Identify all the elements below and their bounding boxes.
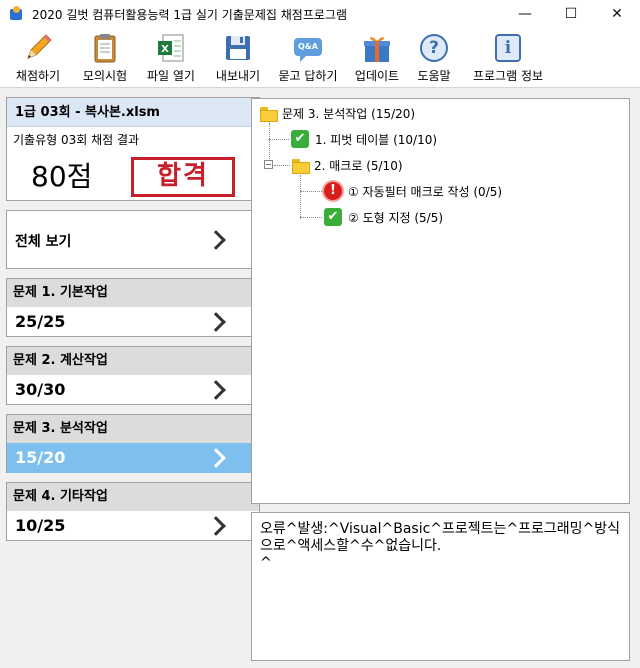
tree-item-shape-assign[interactable]: ✔ ② 도형 지정 (5/5) (324, 208, 443, 226)
window-title: 2020 길벗 컴퓨터활용능력 1급 실기 기출문제집 채점프로그램 (32, 7, 347, 22)
maximize-button[interactable]: ☐ (548, 0, 594, 28)
file-subtitle: 기출유형 03회 채점 결과 (13, 133, 140, 147)
view-all-button[interactable]: 전체 보기 (6, 210, 260, 269)
clipboard-icon (89, 32, 121, 64)
title-bar: 2020 길벗 컴퓨터활용능력 1급 실기 기출문제집 채점프로그램 — ☐ ✕ (0, 0, 640, 28)
tree-root-label: 문제 3. 분석작업 (15/20) (282, 107, 416, 121)
pass-stamp: 합격 (131, 157, 235, 197)
qa-button[interactable]: Q&A 묻고 답하기 (276, 28, 340, 88)
question-label: 문제 2. 계산작업 (7, 347, 259, 375)
chevron-right-icon (206, 312, 226, 332)
error-icon: ! (324, 182, 342, 200)
question-2-button[interactable]: 문제 2. 계산작업 30/30 (6, 346, 260, 405)
toolbar: 채점하기 모의시험 X 파일 열기 내보내기 Q&A 묻고 답하기 업데이트 ?… (0, 28, 640, 88)
gift-box-icon (361, 32, 393, 64)
program-info-button[interactable]: i 프로그램 정보 (468, 28, 548, 88)
check-icon: ✔ (291, 130, 309, 148)
chevron-right-icon (206, 380, 226, 400)
excel-file-icon: X (155, 32, 187, 64)
folder-icon (292, 158, 310, 174)
svg-text:X: X (161, 44, 169, 55)
tree-item-autofilter-macro[interactable]: ! ① 자동필터 매크로 작성 (0/5) (324, 182, 502, 200)
score-row: 80점 합격 (7, 149, 259, 199)
window-controls: — ☐ ✕ (502, 0, 640, 28)
mock-exam-button[interactable]: 모의시험 (80, 28, 130, 88)
tree-item-pivot[interactable]: ✔ 1. 피벗 테이블 (10/10) (291, 130, 437, 148)
qa-bubble-icon: Q&A (292, 32, 324, 64)
question-label: 문제 4. 기타작업 (7, 483, 259, 511)
folder-icon (260, 106, 278, 122)
question-score: 15/20 (15, 448, 66, 467)
chevron-right-icon (206, 230, 226, 250)
close-button[interactable]: ✕ (594, 0, 640, 28)
tree-item-macro[interactable]: 2. 매크로 (5/10) (292, 157, 403, 174)
question-score: 25/25 (15, 312, 66, 331)
question-score: 10/25 (15, 516, 66, 535)
tree-root[interactable]: 문제 3. 분석작업 (15/20) (260, 105, 415, 122)
question-score: 30/30 (15, 380, 66, 399)
open-file-button[interactable]: X 파일 열기 (142, 28, 200, 88)
total-score: 80점 (31, 160, 93, 193)
file-result-card: 1급 03회 - 복사본.xlsm 기출유형 03회 채점 결과 80점 합격 (6, 97, 260, 201)
chevron-right-icon (206, 516, 226, 536)
question-label: 문제 3. 분석작업 (7, 415, 259, 443)
help-icon: ? (418, 32, 450, 64)
export-button[interactable]: 내보내기 (212, 28, 264, 88)
file-name: 1급 03회 - 복사본.xlsm (7, 98, 259, 127)
error-message: 오류^발생:^Visual^Basic^프로젝트는^프로그래밍^방식으로^액세스… (260, 521, 621, 571)
tree-item-label: 1. 피벗 테이블 (10/10) (315, 132, 438, 147)
question-label: 문제 1. 기본작업 (7, 279, 259, 307)
help-glyph: ? (429, 38, 439, 58)
question-4-button[interactable]: 문제 4. 기타작업 10/25 (6, 482, 260, 541)
question-3-button[interactable]: 문제 3. 분석작업 15/20 (6, 414, 260, 473)
minimize-button[interactable]: — (502, 0, 548, 28)
left-panel: 1급 03회 - 복사본.xlsm 기출유형 03회 채점 결과 80점 합격 … (0, 89, 260, 668)
help-button[interactable]: ? 도움말 (414, 28, 454, 88)
floppy-disk-icon (222, 32, 254, 64)
view-all-label: 전체 보기 (15, 234, 72, 250)
tree-item-label: 2. 매크로 (5/10) (314, 159, 403, 173)
tree-item-label: ② 도형 지정 (5/5) (348, 210, 444, 225)
result-tree[interactable]: 문제 3. 분석작업 (15/20) ✔ 1. 피벗 테이블 (10/10) −… (251, 98, 630, 504)
tree-item-label: ① 자동필터 매크로 작성 (0/5) (348, 184, 503, 199)
app-icon (8, 6, 24, 22)
pencil-icon (22, 32, 54, 64)
info-icon: i (492, 32, 524, 64)
collapse-toggle[interactable]: − (264, 160, 273, 169)
check-icon: ✔ (324, 208, 342, 226)
message-panel[interactable]: 오류^발생:^Visual^Basic^프로젝트는^프로그래밍^방식으로^액세스… (251, 512, 630, 661)
grade-button[interactable]: 채점하기 (12, 28, 64, 88)
question-1-button[interactable]: 문제 1. 기본작업 25/25 (6, 278, 260, 337)
qa-text: Q&A (298, 42, 318, 51)
info-glyph: i (504, 38, 512, 58)
update-button[interactable]: 업데이트 (352, 28, 402, 88)
